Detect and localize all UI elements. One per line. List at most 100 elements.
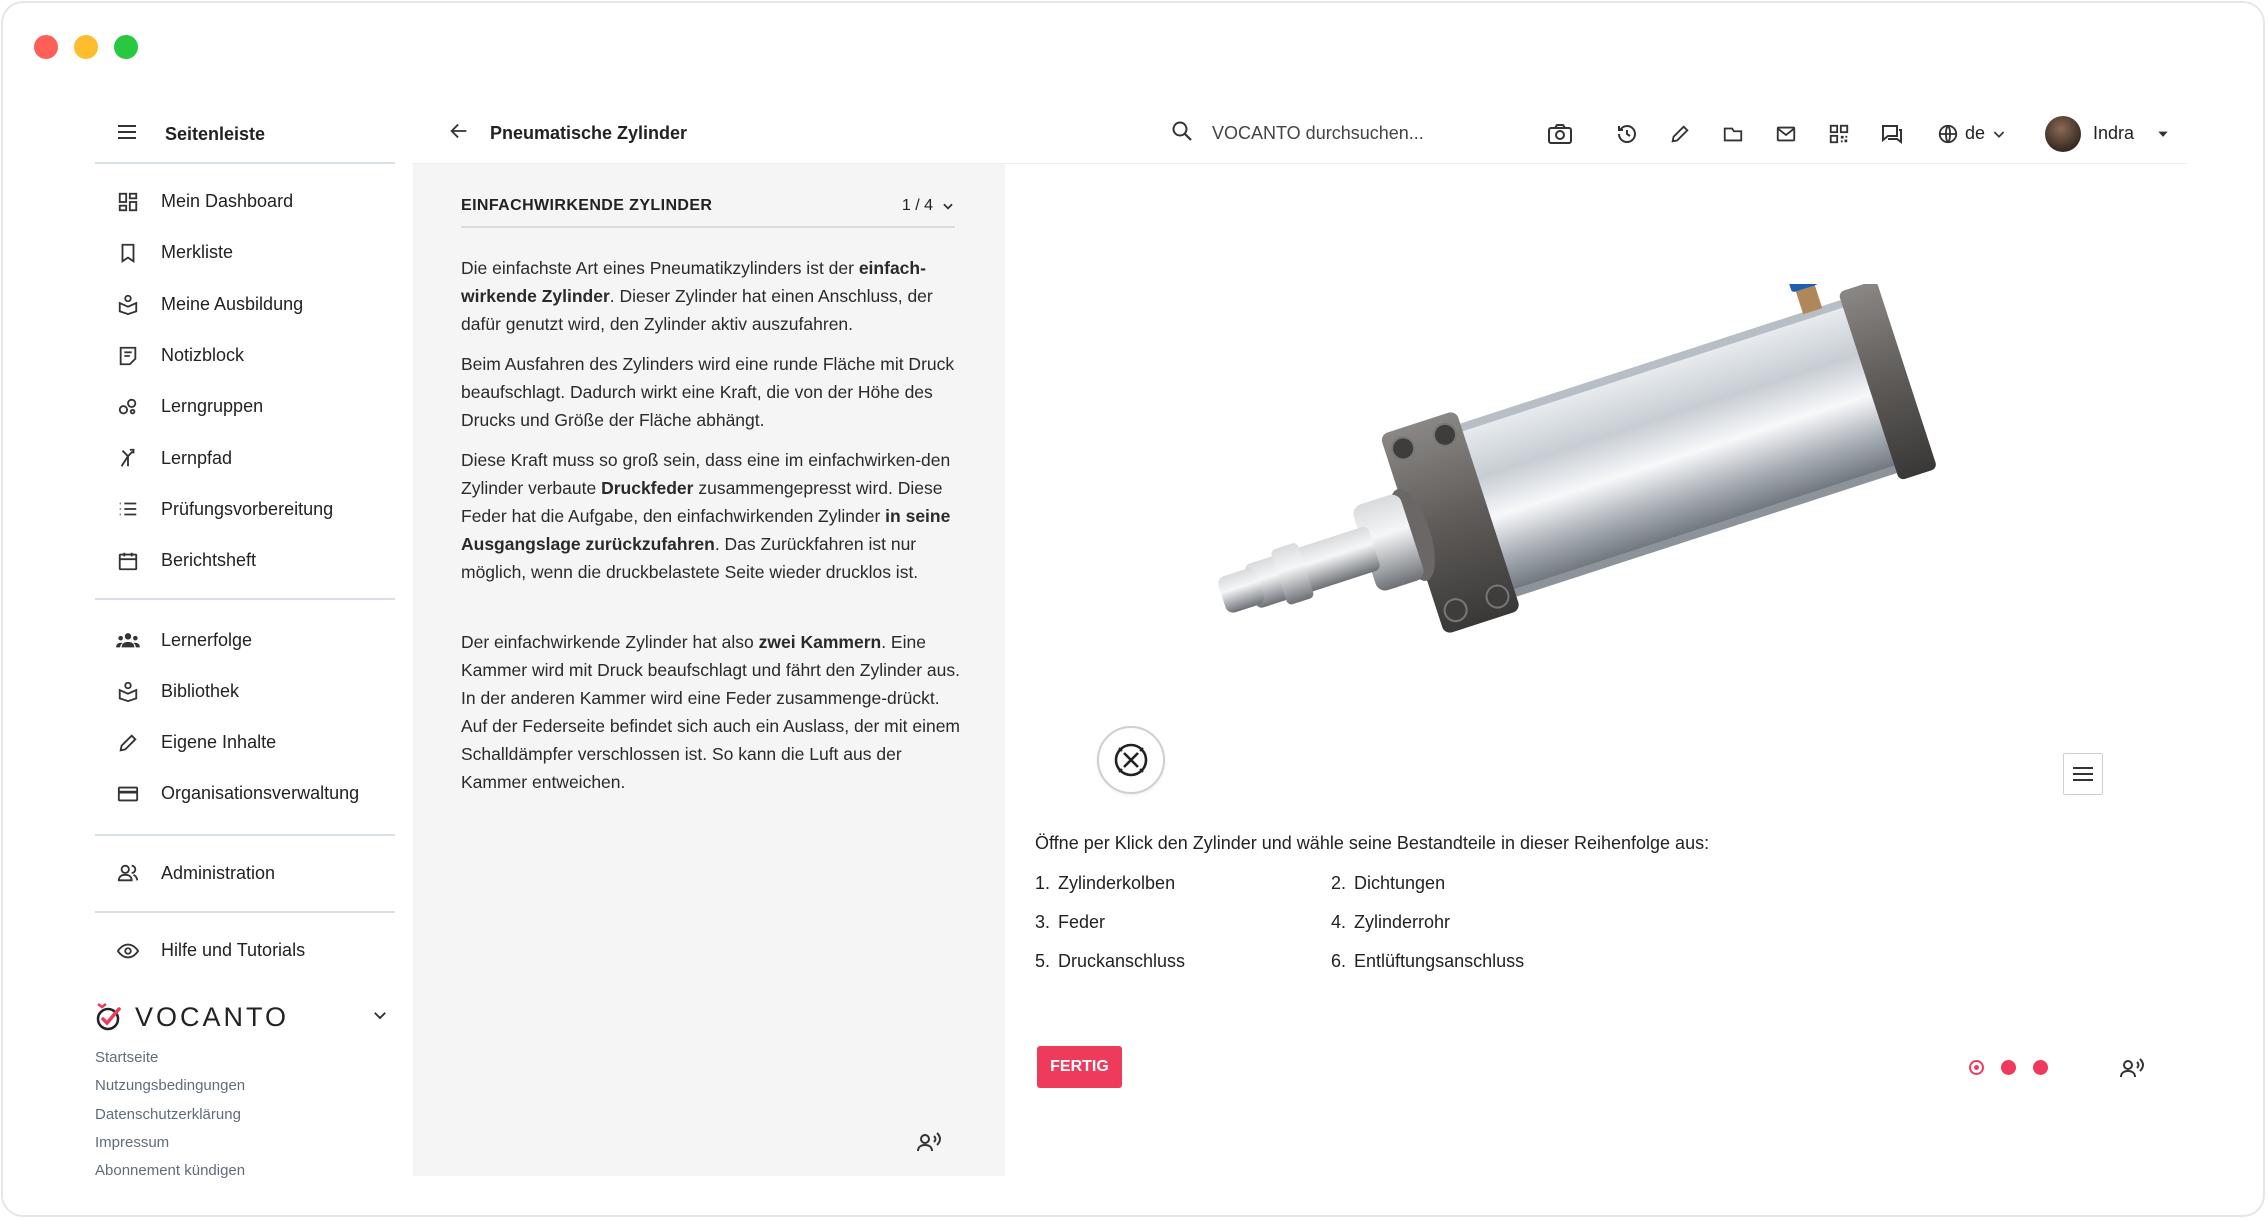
sidebar-item-pruefung[interactable]: Prüfungsvorbereitung: [95, 484, 395, 535]
back-arrow-icon[interactable]: [448, 120, 470, 147]
sidebar-item-lerngruppen[interactable]: Lerngruppen: [95, 381, 395, 432]
camera-icon: [1548, 123, 1572, 144]
user-name: Indra: [2093, 123, 2135, 143]
folder-button[interactable]: [1713, 114, 1753, 154]
people-icon: [115, 627, 141, 653]
chapter-title: EINFACHWIRKENDE ZYLINDER: [461, 197, 713, 214]
list-icon: [115, 496, 141, 522]
sidebar-title: Seitenleiste: [165, 123, 266, 144]
sidebar-item-lernerfolge[interactable]: Lernerfolge: [95, 614, 395, 665]
sidebar-item-label: Hilfe und Tutorials: [161, 940, 306, 960]
mail-button[interactable]: [1766, 114, 1806, 154]
caret-down-icon: [2158, 131, 2168, 137]
chapter-page-selector[interactable]: 1 / 4: [902, 197, 955, 215]
model-menu-button[interactable]: [2063, 753, 2103, 795]
sidebar-item-lernpfad[interactable]: Lernpfad: [95, 432, 395, 483]
cylinder-3d-model[interactable]: [1205, 273, 1965, 684]
history-button[interactable]: [1607, 114, 1647, 154]
pneumatic-cylinder-image[interactable]: [1205, 273, 1965, 684]
sidebar-item-bibliothek[interactable]: Bibliothek: [95, 666, 395, 717]
footer-link-abonnement[interactable]: Abonnement kündigen: [95, 1157, 395, 1185]
paragraph-4: Der einfachwirkende Zylinder hat also zw…: [461, 632, 961, 792]
paragraph-3: Diese Kraft muss so groß sein, dass eine…: [461, 450, 951, 582]
done-button[interactable]: FERTIG: [1037, 1046, 1122, 1088]
close-window-button[interactable]: [34, 35, 58, 59]
search-input[interactable]: VOCANTO durchsuchen...: [1212, 123, 1424, 144]
history-icon: [1618, 124, 1636, 143]
sidebar-group-content: Lernerfolge Bibliothek Eigene Inhalte Or…: [95, 600, 395, 836]
page-indicator: [1969, 1060, 2048, 1075]
path-icon: [115, 445, 141, 471]
read-aloud-button[interactable]: [916, 1130, 942, 1159]
search-icon: [1170, 119, 1194, 148]
footer-link-impressum[interactable]: Impressum: [95, 1129, 395, 1157]
sidebar-item-label: Organisationsverwaltung: [161, 783, 360, 804]
paragraph-2: Beim Ausfahren des Zylinders wird eine r…: [461, 354, 955, 430]
sidebar-item-label: Prüfungsvorbereitung: [161, 498, 334, 519]
sidebar-toggle[interactable]: Seitenleiste: [95, 106, 395, 164]
education-icon: [115, 291, 141, 317]
sidebar-item-label: Lernerfolge: [161, 629, 253, 650]
sidebar-item-notizblock[interactable]: Notizblock: [95, 330, 395, 381]
chevron-down-icon: [1993, 130, 2005, 138]
task-steps: 1. Zylinderkolben 2. Dichtungen 3. Feder 4.…: [1035, 869, 1735, 975]
sidebar-item-hilfe[interactable]: Hilfe und Tutorials: [95, 925, 395, 976]
sidebar-item-label: Lerngruppen: [161, 396, 264, 417]
interactive-content: Öffne per Klick den Zylinder und wähle s…: [1005, 164, 2187, 1176]
vocanto-logo: VOCANTO: [95, 1001, 289, 1033]
brand-name: VOCANTO: [135, 1001, 290, 1032]
footer-link-nutzungsbedingungen[interactable]: Nutzungsbedingungen: [95, 1072, 395, 1100]
sidebar-item-label: Berichtsheft: [161, 550, 257, 571]
bookmark-icon: [115, 240, 141, 266]
chapter-header: EINFACHWIRKENDE ZYLINDER 1 / 4: [461, 186, 955, 228]
chat-icon: [1882, 124, 1902, 144]
sidebar-group-admin: Administration: [95, 836, 395, 913]
sidebar-item-label: Meine Ausbildung: [161, 293, 304, 314]
edit-button[interactable]: [1660, 114, 1700, 154]
sidebar-item-ausbildung[interactable]: Meine Ausbildung: [95, 279, 395, 330]
camera-button[interactable]: [1540, 114, 1580, 154]
sidebar-item-administration[interactable]: Administration: [95, 848, 395, 899]
sidebar-item-label: Merkliste: [161, 242, 234, 263]
text-panel: EINFACHWIRKENDE ZYLINDER 1 / 4 Die einfa…: [413, 164, 1005, 1176]
minimize-window-button[interactable]: [74, 35, 98, 59]
page-title: Pneumatische Zylinder: [490, 123, 688, 143]
language-selector[interactable]: de: [1937, 123, 2007, 145]
card-icon: [115, 781, 141, 807]
step-item: 2. Dichtungen: [1331, 872, 1446, 893]
task-instruction: Öffne per Klick den Zylinder und wähle s…: [1035, 833, 1710, 853]
sidebar-item-label: Eigene Inhalte: [161, 732, 277, 753]
dashboard-icon: [115, 189, 141, 215]
page-dot-1[interactable]: [1969, 1060, 1984, 1075]
chevron-down-icon[interactable]: [371, 1006, 389, 1029]
user-menu[interactable]: Indra: [2045, 115, 2170, 152]
chat-button[interactable]: [1872, 114, 1912, 154]
folder-icon: [1723, 127, 1743, 141]
search-bar[interactable]: VOCANTO durchsuchen...: [1170, 119, 1424, 148]
sidebar-item-eigene-inhalte[interactable]: Eigene Inhalte: [95, 717, 395, 768]
sidebar-item-dashboard[interactable]: Mein Dashboard: [95, 176, 395, 227]
page-dot-3[interactable]: [2033, 1060, 2048, 1075]
step-item: 5. Druckanschluss: [1035, 950, 1186, 971]
toolbar: [1540, 114, 1925, 154]
paragraph-1: Die einfachste Art eines Pneumatikzylind…: [461, 258, 933, 334]
page-dot-2[interactable]: [2001, 1060, 2016, 1075]
sidebar-item-organisation[interactable]: Organisationsverwaltung: [95, 768, 395, 819]
maximize-window-button[interactable]: [114, 35, 138, 59]
sidebar-item-merkliste[interactable]: Merkliste: [95, 227, 395, 278]
admin-icon: [115, 860, 141, 886]
sidebar-item-label: Mein Dashboard: [161, 191, 294, 212]
sidebar-item-label: Notizblock: [161, 345, 245, 366]
chevron-down-icon: [943, 203, 953, 210]
sidebar-group-help: Hilfe und Tutorials: [95, 913, 395, 988]
sidebar-group-main: Mein Dashboard Merkliste Meine Ausbildun…: [95, 164, 395, 601]
reset-model-button[interactable]: [1097, 726, 1165, 794]
qr-icon: [1829, 124, 1849, 143]
qr-button[interactable]: [1819, 114, 1859, 154]
sidebar-item-berichtsheft[interactable]: Berichtsheft: [95, 535, 395, 586]
read-aloud-button[interactable]: [2119, 1056, 2145, 1085]
step-item: 1. Zylinderkolben: [1035, 872, 1176, 893]
footer-link-datenschutz[interactable]: Datenschutzerklärung: [95, 1101, 395, 1129]
footer-link-startseite[interactable]: Startseite: [95, 1044, 395, 1072]
notepad-icon: [115, 343, 141, 369]
